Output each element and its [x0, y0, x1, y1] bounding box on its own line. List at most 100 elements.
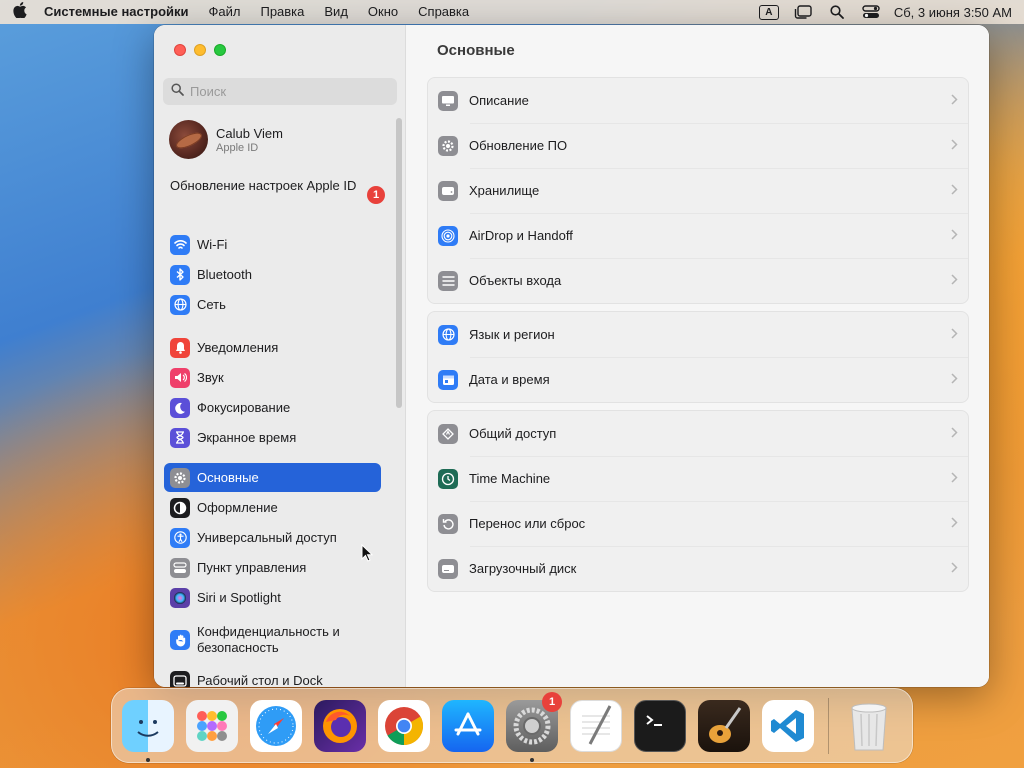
settings-row-label: Дата и время: [469, 372, 550, 387]
bell-icon: [170, 337, 190, 358]
close-window-button[interactable]: [174, 44, 186, 56]
sharing-icon: [438, 423, 458, 444]
sidebar-scrollbar[interactable]: [396, 118, 402, 408]
dock-badge: 1: [542, 691, 562, 712]
sidebar-item-label: Пункт управления: [197, 560, 307, 575]
menu-help[interactable]: Справка: [408, 0, 479, 24]
dock-separator: [828, 697, 829, 754]
appearance-icon: [170, 497, 190, 518]
settings-row-label: Загрузочный диск: [469, 561, 577, 576]
gear-icon: [170, 467, 190, 488]
menu-bar: Системные настройки Файл Правка Вид Окно…: [0, 0, 1024, 24]
sidebar-item-bluetooth[interactable]: Bluetooth: [164, 260, 381, 289]
sidebar-item-appearance[interactable]: Оформление: [164, 493, 381, 522]
textedit-icon[interactable]: [568, 698, 624, 754]
sidebar-item-globe[interactable]: Сеть: [164, 290, 381, 319]
settings-window: Calub Viem Apple ID Обновление настроек …: [154, 25, 989, 687]
firefox-icon[interactable]: [312, 698, 368, 754]
settings-row-calendar[interactable]: Дата и время: [428, 357, 968, 402]
control-center-icon: [170, 557, 190, 578]
sidebar-item-wifi[interactable]: Wi-Fi: [164, 230, 381, 259]
sidebar-item-hourglass[interactable]: Экранное время: [164, 423, 381, 452]
settings-row-airdrop[interactable]: AirDrop и Handoff: [428, 213, 968, 258]
terminal-icon[interactable]: [632, 698, 688, 754]
sidebar-item-label: Siri и Spotlight: [197, 590, 281, 605]
settings-row-label: Time Machine: [469, 471, 551, 486]
siri-icon: [170, 587, 190, 608]
sidebar-item-speaker[interactable]: Звук: [164, 363, 381, 392]
settings-row-reset[interactable]: Перенос или сброс: [428, 501, 968, 546]
hand-icon: [170, 630, 190, 650]
menu-file[interactable]: Файл: [199, 0, 251, 24]
sidebar-item-bell[interactable]: Уведомления: [164, 333, 381, 362]
chevron-right-icon: [951, 273, 958, 288]
system-settings-icon[interactable]: 1: [504, 691, 562, 762]
spotlight-search-icon[interactable]: [820, 0, 854, 24]
settings-row-startup-disk[interactable]: Загрузочный диск: [428, 546, 968, 591]
vscode-icon[interactable]: [760, 698, 816, 754]
search-input[interactable]: [190, 84, 380, 99]
sidebar-item-dock[interactable]: Рабочий стол и Dock: [164, 666, 381, 687]
menu-window[interactable]: Окно: [358, 0, 408, 24]
chevron-right-icon: [951, 471, 958, 486]
input-source-label: A: [758, 4, 779, 20]
sidebar-item-label: Универсальный доступ: [197, 530, 337, 545]
speaker-icon: [170, 367, 190, 388]
sidebar-item-control-center[interactable]: Пункт управления: [164, 553, 381, 582]
stage-manager-icon[interactable]: [786, 0, 820, 24]
settings-row-time-machine[interactable]: Time Machine: [428, 456, 968, 501]
chevron-right-icon: [951, 93, 958, 108]
profile-subtitle: Apple ID: [216, 141, 259, 154]
apple-id-update-notice[interactable]: Обновление настроек Apple ID 1: [170, 178, 385, 204]
menu-edit[interactable]: Правка: [250, 0, 314, 24]
app-store-icon[interactable]: [440, 698, 496, 754]
settings-row-label: Общий доступ: [469, 426, 557, 441]
settings-row-login-items[interactable]: Объекты входа: [428, 258, 968, 303]
apple-menu-icon[interactable]: [0, 2, 40, 22]
sidebar-item-moon[interactable]: Фокусирование: [164, 393, 381, 422]
safari-icon[interactable]: [248, 698, 304, 754]
apple-id-profile[interactable]: Calub Viem Apple ID: [169, 120, 283, 159]
chevron-right-icon: [951, 372, 958, 387]
chrome-icon[interactable]: [376, 698, 432, 754]
zoom-window-button[interactable]: [214, 44, 226, 56]
launchpad-icon[interactable]: [184, 698, 240, 754]
sidebar-item-label: Звук: [197, 370, 224, 385]
settings-group: Язык и регион Дата и время: [427, 311, 969, 403]
calendar-icon: [438, 369, 458, 390]
wifi-icon: [170, 234, 190, 255]
sidebar-item-gear[interactable]: Основные: [164, 463, 381, 492]
dock: 1: [111, 688, 913, 763]
chevron-right-icon: [951, 138, 958, 153]
sidebar-item-siri[interactable]: Siri и Spotlight: [164, 583, 381, 612]
sidebar-item-hand[interactable]: Конфиденциальность и безопасность: [164, 622, 381, 658]
profile-name: Calub Viem: [216, 125, 283, 141]
settings-row-storage[interactable]: Хранилище: [428, 168, 968, 213]
startup-disk-icon: [438, 558, 458, 579]
settings-row-software-update[interactable]: Обновление ПО: [428, 123, 968, 168]
garageband-icon[interactable]: [696, 698, 752, 754]
globe-icon: [170, 294, 190, 315]
finder-icon[interactable]: [120, 698, 176, 762]
update-badge: 1: [367, 186, 385, 204]
moon-icon: [170, 397, 190, 418]
page-title: Основные: [437, 42, 515, 59]
reset-icon: [438, 513, 458, 534]
trash-icon[interactable]: [841, 698, 897, 754]
settings-row-globe[interactable]: Язык и регион: [428, 312, 968, 357]
settings-row-display[interactable]: Описание: [428, 78, 968, 123]
menu-clock[interactable]: Сб, 3 июня 3:50 AM: [888, 5, 1012, 20]
input-source-icon[interactable]: A: [752, 0, 786, 24]
chevron-right-icon: [951, 426, 958, 441]
update-notice-label: Обновление настроек Apple ID: [170, 178, 357, 193]
search-field[interactable]: [163, 78, 397, 105]
menu-app-name[interactable]: Системные настройки: [40, 0, 199, 24]
sidebar-item-accessibility[interactable]: Универсальный доступ: [164, 523, 381, 552]
settings-group: Описание Обновление ПО Хранилище AirDrop и …: [427, 77, 969, 304]
running-indicator: [530, 757, 534, 762]
control-center-icon[interactable]: [854, 0, 888, 24]
minimize-window-button[interactable]: [194, 44, 206, 56]
menu-view[interactable]: Вид: [314, 0, 358, 24]
settings-row-sharing[interactable]: Общий доступ: [428, 411, 968, 456]
sidebar-item-label: Конфиденциальность и безопасность: [197, 624, 340, 655]
